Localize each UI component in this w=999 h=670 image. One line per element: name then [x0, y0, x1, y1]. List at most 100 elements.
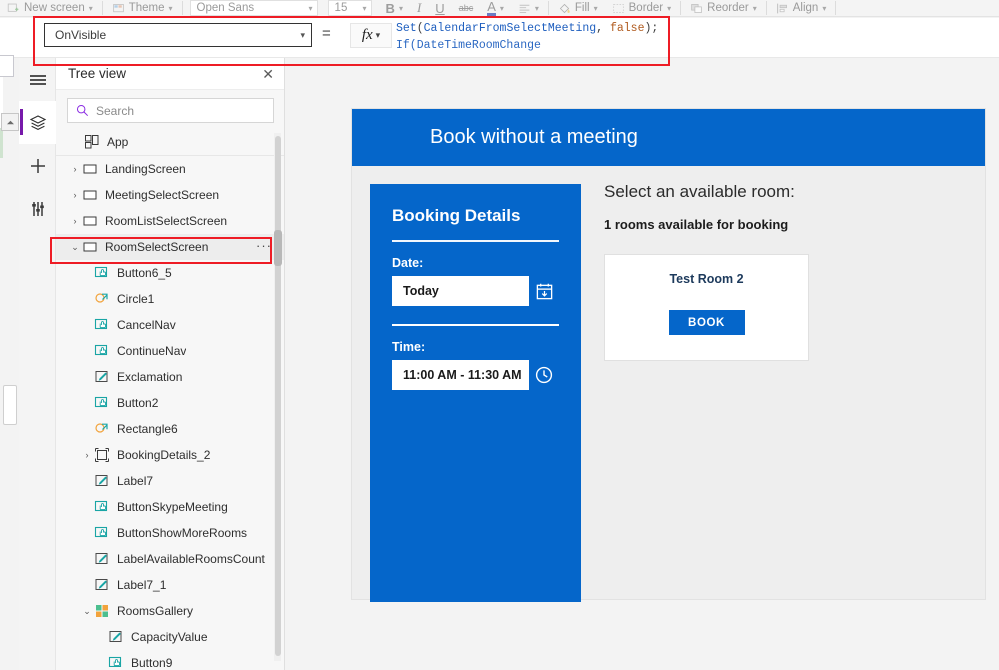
new-screen-icon: [7, 2, 20, 15]
time-input[interactable]: 11:00 AM - 11:30 AM: [392, 360, 529, 390]
tree-item-label7-1[interactable]: Label7_1: [56, 572, 284, 598]
date-label: Date:: [392, 256, 424, 270]
shape-icon: [94, 291, 110, 307]
menu-icon: [29, 73, 47, 87]
date-picker-button[interactable]: [529, 276, 559, 306]
italic-button[interactable]: I: [410, 0, 428, 16]
clock-icon: [534, 365, 554, 385]
tree-chevron[interactable]: ⌄: [68, 242, 82, 253]
tree-item-label: LandingScreen: [105, 162, 186, 176]
time-picker-button[interactable]: [529, 360, 559, 390]
powerapps-studio-window: New screen ▾ Theme ▾ Open Sans ▾ 15 ▾ B …: [0, 0, 999, 670]
tree-item-label: Button6_5: [117, 266, 172, 280]
plus-icon: [29, 157, 47, 175]
tree-chevron[interactable]: ›: [68, 190, 82, 200]
font-family-select[interactable]: Open Sans ▾: [189, 0, 318, 16]
button-icon: [108, 655, 124, 667]
close-icon[interactable]: ✕: [262, 67, 274, 81]
tree-chevron[interactable]: ⌄: [80, 606, 94, 617]
tree-item-label: LabelAvailableRoomsCount: [117, 552, 265, 566]
toolbar-divider: [680, 1, 682, 15]
tree-item-button9[interactable]: Button9: [56, 650, 284, 667]
tree-item-cancelnav[interactable]: CancelNav: [56, 312, 284, 338]
formula-comma: ,: [596, 22, 610, 35]
chevron-down-icon: ▾: [534, 3, 539, 13]
tree-item-meetingselectscreen[interactable]: › MeetingSelectScreen: [56, 182, 284, 208]
font-color-button[interactable]: A ▾: [480, 0, 511, 16]
chevron-down-icon: ▾: [168, 3, 173, 13]
align-button[interactable]: Align ▾: [769, 0, 834, 16]
tree-item-landingscreen[interactable]: › LandingScreen: [56, 156, 284, 182]
tree-item-buttonshowmorerooms[interactable]: ButtonShowMoreRooms: [56, 520, 284, 546]
fill-button[interactable]: Fill ▾: [551, 0, 605, 16]
tree-scrollbar-thumb[interactable]: [275, 136, 281, 656]
tree-item-roomlistselectscreen[interactable]: › RoomListSelectScreen: [56, 208, 284, 234]
font-color-label: A: [487, 0, 496, 16]
tree-item-label: Button2: [117, 396, 159, 410]
font-size-select[interactable]: 15 ▾: [327, 0, 372, 16]
fx-button[interactable]: fx ▾: [350, 23, 392, 48]
chevron-down-icon: ▾: [308, 3, 313, 13]
tree-item-button6-5[interactable]: Button6_5: [56, 260, 284, 286]
bold-button[interactable]: B ▾: [379, 0, 410, 16]
date-input[interactable]: Today: [392, 276, 529, 306]
screen-icon: [82, 161, 98, 177]
property-select[interactable]: OnVisible ▾: [44, 23, 312, 47]
font-size-value: 15: [334, 2, 348, 14]
rail-treeview-button[interactable]: [19, 101, 56, 144]
rail-insert-button[interactable]: [19, 144, 56, 187]
tree-item-button2[interactable]: Button2: [56, 390, 284, 416]
group-icon: [94, 447, 110, 463]
tree-item-rectangle6[interactable]: Rectangle6: [56, 416, 284, 442]
room-card[interactable]: Test Room 2 BOOK: [604, 254, 809, 361]
rail-data-button[interactable]: [19, 187, 56, 230]
tree-item-buttonskypemeeting[interactable]: ButtonSkypeMeeting: [56, 494, 284, 520]
reorder-label: Reorder: [707, 2, 749, 14]
tree-chevron[interactable]: ›: [68, 164, 82, 174]
chevron-down-icon: ▾: [375, 30, 381, 40]
strikethrough-button[interactable]: abc: [452, 0, 481, 16]
tree-item-bookingdetails-2[interactable]: › BookingDetails_2: [56, 442, 284, 468]
toolbar-theme[interactable]: Theme ▾: [105, 0, 180, 16]
fill-label: Fill: [574, 2, 590, 14]
tree-item-roomsgallery[interactable]: ⌄ RoomsGallery: [56, 598, 284, 624]
tree-item-continuenav[interactable]: ContinueNav: [56, 338, 284, 364]
edge-collapse-button[interactable]: [1, 113, 19, 131]
border-button[interactable]: Border ▾: [605, 0, 679, 16]
tree-item-label: RoomListSelectScreen: [105, 214, 228, 228]
tree-chevron[interactable]: ›: [80, 450, 94, 460]
tree-item-label: Exclamation: [117, 370, 183, 384]
tree-item-label: Rectangle6: [117, 422, 178, 436]
app-header-title: Book without a meeting: [430, 126, 638, 148]
tree-item-exclamation[interactable]: Exclamation: [56, 364, 284, 390]
tree-item-label: ContinueNav: [117, 344, 187, 358]
tree-item-app[interactable]: App: [56, 129, 284, 156]
canvas-collapse-handle[interactable]: [3, 385, 17, 425]
tree-item-labelavailableroomscount[interactable]: LabelAvailableRoomsCount: [56, 546, 284, 572]
equals-sign: =: [322, 25, 331, 42]
tree-item-capacityvalue[interactable]: CapacityValue: [56, 624, 284, 650]
top-toolbar: New screen ▾ Theme ▾ Open Sans ▾ 15 ▾ B …: [0, 0, 999, 17]
tree-item-list[interactable]: App › LandingScreen › MeetingSelectScree…: [56, 129, 284, 667]
fill-bucket-icon: [558, 2, 571, 15]
book-button[interactable]: BOOK: [668, 310, 745, 335]
formula-line-1: Set(CalendarFromSelectMeeting, false);: [396, 20, 666, 37]
time-label: Time:: [392, 340, 426, 354]
text-align-button[interactable]: ▾: [511, 0, 546, 16]
layers-icon: [29, 114, 47, 132]
reorder-button[interactable]: Reorder ▾: [683, 0, 764, 16]
tree-item-roomselectscreen[interactable]: ⌄ RoomSelectScreen ···: [56, 234, 284, 260]
search-input[interactable]: Search: [67, 98, 274, 123]
tree-scrollbar-thumb-active[interactable]: [274, 230, 282, 266]
underline-button[interactable]: U: [428, 0, 451, 16]
label-icon: [94, 551, 110, 567]
tree-view-title: Tree view: [68, 66, 127, 81]
formula-bool: false: [609, 22, 645, 35]
rail-menu-button[interactable]: [19, 58, 56, 101]
tree-item-label7[interactable]: Label7: [56, 468, 284, 494]
tree-item-circle1[interactable]: Circle1: [56, 286, 284, 312]
tree-chevron[interactable]: ›: [68, 216, 82, 226]
formula-input[interactable]: Set(CalendarFromSelectMeeting, false); I…: [396, 20, 666, 55]
toolbar-new-screen[interactable]: New screen ▾: [0, 0, 100, 16]
more-options-icon[interactable]: ···: [256, 238, 272, 253]
